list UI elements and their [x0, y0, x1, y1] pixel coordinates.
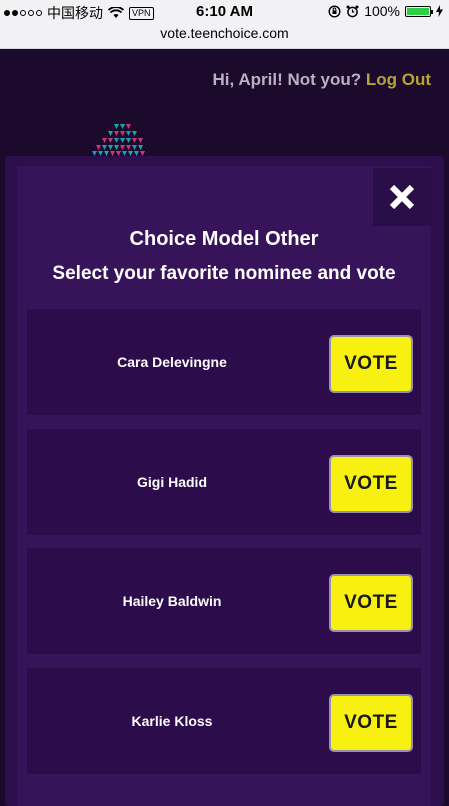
nominee-name: Hailey Baldwin	[122, 593, 222, 609]
user-greeting: Hi, April! Not you? Log Out	[213, 70, 431, 90]
logo-triangle	[132, 131, 137, 136]
logo-triangle	[138, 138, 143, 143]
vote-modal: Choice Model Other Select your favorite …	[5, 156, 444, 806]
logo-triangle	[126, 138, 131, 143]
logo-triangle	[102, 145, 107, 150]
address-bar[interactable]: vote.teenchoice.com	[0, 22, 449, 49]
logo-triangle	[126, 145, 131, 150]
rotation-lock-icon	[328, 4, 341, 18]
close-button[interactable]	[373, 168, 431, 226]
logo-triangle	[120, 124, 125, 129]
logo-triangle	[120, 131, 125, 136]
close-icon	[389, 184, 415, 210]
logo-triangle	[114, 138, 119, 143]
logo-triangle	[108, 145, 113, 150]
category-title: Choice Model Other	[129, 228, 319, 250]
alarm-icon	[346, 5, 359, 17]
modal-instructions: Select your favorite nominee and vote	[52, 263, 396, 284]
battery-icon	[405, 5, 433, 17]
status-right: 100%	[328, 3, 443, 19]
logo-triangle	[114, 124, 119, 129]
charging-icon	[436, 5, 443, 17]
logo-triangle	[96, 145, 101, 150]
teen-choice-logo	[92, 124, 145, 156]
vote-button[interactable]: VOTE	[329, 455, 413, 513]
logo-triangle	[114, 131, 119, 136]
nominee-card: Karlie Kloss VOTE	[27, 668, 421, 774]
nominee-card: Gigi Hadid VOTE	[27, 429, 421, 535]
logo-triangle	[102, 138, 107, 143]
logo-triangle	[138, 145, 143, 150]
greeting-text: Hi, April! Not you?	[212, 70, 362, 89]
logout-link[interactable]: Log Out	[366, 70, 431, 89]
logo-triangle	[108, 138, 113, 143]
vote-button[interactable]: VOTE	[329, 694, 413, 752]
logo-triangle	[132, 138, 137, 143]
vote-button[interactable]: VOTE	[329, 574, 413, 632]
nominee-name: Gigi Hadid	[137, 474, 207, 490]
modal-content: Choice Model Other Select your favorite …	[17, 166, 431, 806]
battery-percent: 100%	[364, 3, 400, 19]
logo-triangle	[120, 138, 125, 143]
logo-triangle	[120, 145, 125, 150]
nominee-card: Hailey Baldwin VOTE	[27, 548, 421, 654]
logo-triangle	[108, 131, 113, 136]
nominee-card: Cara Delevingne VOTE	[27, 309, 421, 415]
vote-button[interactable]: VOTE	[329, 335, 413, 393]
logo-triangle	[114, 145, 119, 150]
logo-triangle	[126, 131, 131, 136]
logo-triangle	[126, 124, 131, 129]
nominee-name: Karlie Kloss	[131, 713, 213, 729]
status-bar: 中国移动 VPN 6:10 AM 100%	[0, 0, 449, 22]
logo-triangle	[132, 145, 137, 150]
nominee-name: Cara Delevingne	[117, 354, 227, 370]
